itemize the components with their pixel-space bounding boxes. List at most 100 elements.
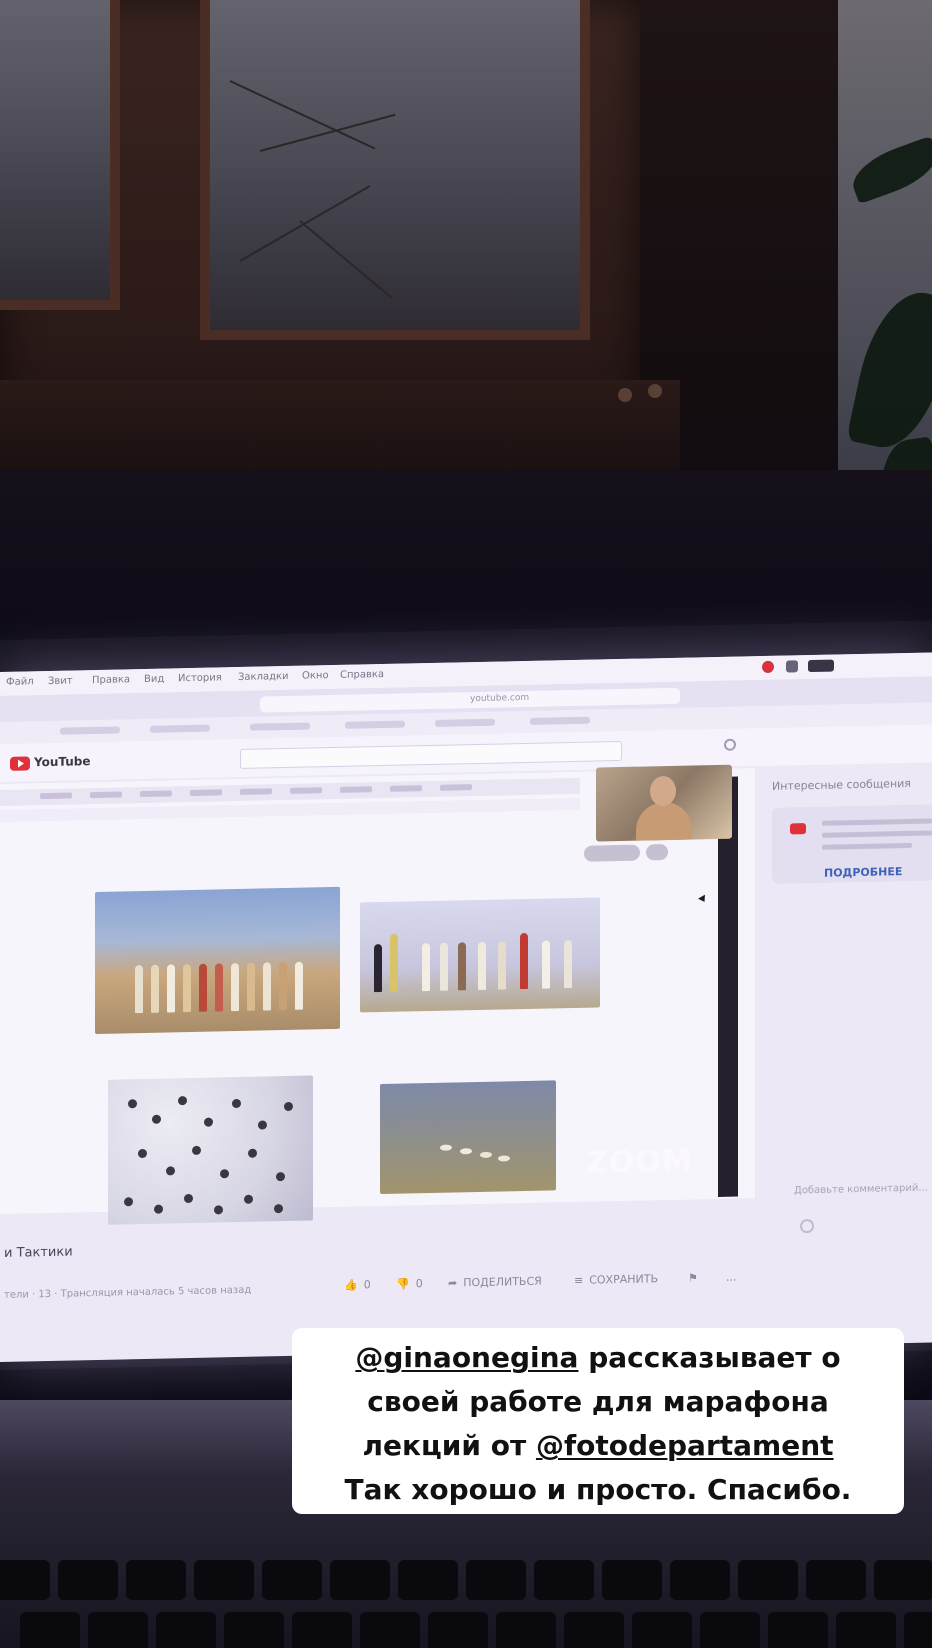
youtube-logo-icon[interactable] — [10, 756, 30, 771]
shared-tab — [90, 791, 122, 799]
bookmark[interactable] — [530, 716, 590, 725]
figure-dot — [154, 1204, 163, 1214]
shared-tab — [440, 784, 472, 791]
battery-icon[interactable] — [808, 659, 834, 673]
laptop-screen: Файл Звит Правка Вид История Закладки Ок… — [0, 652, 932, 1362]
key — [292, 1612, 352, 1648]
menu-item[interactable]: Закладки — [238, 671, 289, 683]
webcam-control[interactable] — [646, 844, 668, 861]
shared-tab — [140, 790, 172, 798]
keyboard-row — [20, 1612, 932, 1648]
shared-tab — [390, 785, 422, 792]
chat-title: Интересные сообщения — [772, 776, 911, 793]
bookmark[interactable] — [60, 726, 120, 735]
key — [156, 1612, 216, 1648]
share-icon: ➦ — [448, 1276, 458, 1290]
slide-photo-water-scene — [380, 1080, 556, 1195]
story-caption: @ginaonegina рассказывает о своей работе… — [292, 1328, 904, 1514]
status-app-icon[interactable] — [762, 660, 774, 674]
bookmark[interactable] — [435, 718, 495, 727]
youtube-logo-text[interactable]: YouTube — [34, 754, 91, 769]
figure-dot — [128, 1099, 137, 1109]
like-button[interactable]: 👍 0 — [344, 1278, 371, 1292]
figure-dot — [248, 1148, 257, 1158]
add-comment-input[interactable]: Добавьте комментарий... — [794, 1183, 928, 1197]
key — [874, 1560, 932, 1600]
zoom-watermark: ZOOM — [586, 1143, 693, 1181]
menu-item[interactable]: Правка — [92, 674, 130, 686]
key — [360, 1612, 420, 1648]
wifi-icon[interactable] — [786, 660, 798, 673]
menu-item[interactable]: Вид — [144, 674, 164, 685]
key — [738, 1560, 798, 1600]
bookmark[interactable] — [250, 722, 310, 731]
figure — [542, 940, 550, 989]
caption-text: рассказывает о — [578, 1341, 841, 1374]
figure — [520, 932, 528, 990]
figure — [390, 933, 398, 992]
save-button[interactable]: ≡ СОХРАНИТЬ — [574, 1272, 658, 1287]
key — [466, 1560, 526, 1600]
figure-dot — [284, 1101, 293, 1112]
key — [58, 1560, 118, 1600]
dislike-button[interactable]: 👎 0 — [396, 1277, 423, 1291]
report-button[interactable]: ⚑ — [688, 1271, 704, 1284]
player-scroll-edge — [718, 776, 738, 1197]
key — [768, 1612, 828, 1648]
story-photo: Файл Звит Правка Вид История Закладки Ок… — [0, 0, 932, 1648]
key — [398, 1560, 458, 1600]
figure — [440, 942, 448, 991]
figure — [215, 963, 223, 1012]
webcam-control[interactable] — [584, 844, 640, 862]
menu-item[interactable]: Файл — [6, 676, 34, 688]
figure-dot — [244, 1194, 253, 1204]
menu-item[interactable]: История — [178, 672, 222, 684]
figure — [458, 942, 466, 991]
key — [632, 1612, 692, 1648]
menu-item[interactable]: Звит — [48, 675, 73, 687]
figure-dot — [214, 1205, 223, 1215]
shared-tab — [40, 792, 72, 800]
cabinet-knob — [648, 384, 662, 398]
chat-more-link[interactable]: ПОДРОБНЕЕ — [824, 865, 902, 880]
key — [126, 1560, 186, 1600]
key — [904, 1612, 932, 1648]
figure-dot — [166, 1166, 175, 1176]
figure — [498, 941, 506, 990]
cabinet-knob — [618, 388, 632, 402]
key — [564, 1612, 624, 1648]
shared-tab — [190, 789, 222, 797]
key — [806, 1560, 866, 1600]
figure-dot — [124, 1197, 133, 1207]
caption-line-3: лекций от @fotodepartament — [306, 1424, 890, 1468]
key — [194, 1560, 254, 1600]
more-button[interactable]: ... — [726, 1271, 737, 1284]
video-title: и Тактики — [4, 1244, 73, 1261]
figure-dot — [178, 1096, 187, 1106]
key — [88, 1612, 148, 1648]
figure — [247, 962, 255, 1011]
menu-item[interactable]: Окно — [302, 670, 329, 682]
mention-ginaonegina[interactable]: @ginaonegina — [355, 1341, 578, 1374]
bookmark[interactable] — [150, 724, 210, 733]
share-button[interactable]: ➦ ПОДЕЛИТЬСЯ — [448, 1275, 542, 1290]
avatar — [800, 1218, 814, 1234]
figure — [183, 963, 191, 1013]
figure — [263, 962, 271, 1011]
figure-dot — [152, 1114, 161, 1124]
figure — [231, 962, 239, 1012]
figure — [295, 961, 303, 1010]
bookmark[interactable] — [345, 720, 405, 729]
figure-dot — [138, 1148, 147, 1159]
menu-item[interactable]: Справка — [340, 669, 384, 681]
share-label: ПОДЕЛИТЬСЯ — [463, 1274, 542, 1290]
address-bar-text: youtube.com — [470, 692, 530, 705]
mention-fotodepartament[interactable]: @fotodepartament — [536, 1429, 834, 1462]
figure-dot — [184, 1193, 193, 1204]
key — [602, 1560, 662, 1600]
like-icon: 👍 — [344, 1278, 358, 1292]
figure — [151, 964, 159, 1013]
key — [496, 1612, 556, 1648]
figure-dot — [232, 1098, 241, 1109]
dislike-icon: 👎 — [396, 1277, 410, 1291]
